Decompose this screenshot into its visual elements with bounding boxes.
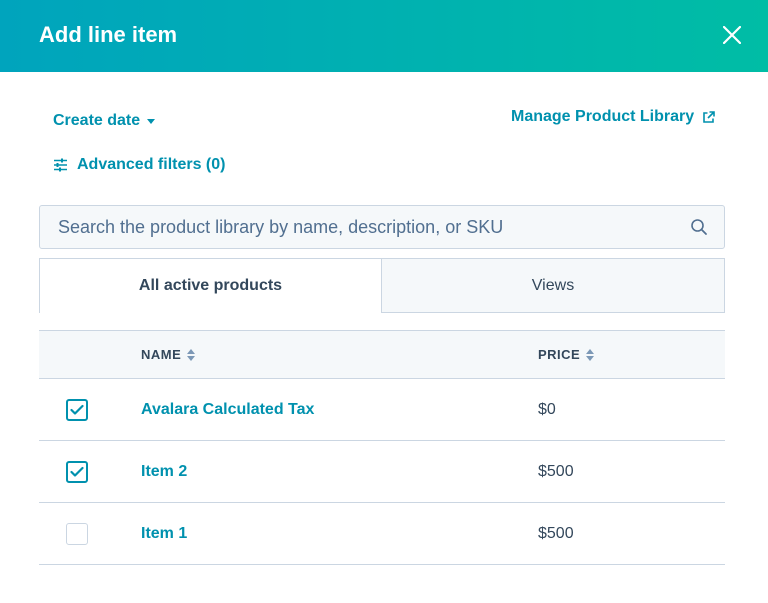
sort-icon — [586, 348, 595, 361]
product-name-link[interactable]: Item 2 — [141, 461, 187, 483]
tab-bar: All active products Views — [39, 258, 725, 313]
advanced-filters-label: Advanced filters (0) — [77, 156, 226, 173]
product-price: $0 — [538, 401, 556, 418]
manage-product-library-link[interactable]: Manage Product Library — [511, 106, 715, 128]
table-row: Avalara Calculated Tax $0 — [39, 379, 725, 441]
row-checkbox[interactable] — [66, 399, 88, 421]
tab-all-active-products[interactable]: All active products — [39, 258, 382, 313]
product-name-link[interactable]: Avalara Calculated Tax — [141, 399, 314, 421]
row-checkbox[interactable] — [66, 523, 88, 545]
column-header-label: NAME — [141, 347, 182, 362]
modal-header: Add line item — [0, 0, 768, 72]
close-button[interactable] — [717, 20, 747, 50]
advanced-filters-button[interactable]: Advanced filters (0) — [53, 154, 225, 176]
tab-views[interactable]: Views — [381, 258, 725, 313]
search-icon[interactable] — [690, 218, 708, 236]
products-table: NAME PRICE Avalara Calculated Tax $0 Ite… — [39, 330, 725, 565]
manage-product-library-label: Manage Product Library — [511, 108, 695, 125]
table-header: NAME PRICE — [39, 330, 725, 379]
close-icon — [723, 26, 741, 44]
filter-sliders-icon — [54, 158, 67, 172]
modal-title: Add line item — [39, 22, 178, 47]
tab-label: Views — [531, 276, 575, 294]
sort-icon — [187, 348, 196, 361]
sort-dropdown[interactable]: Create date — [53, 110, 156, 132]
column-header-label: PRICE — [538, 347, 581, 362]
row-checkbox[interactable] — [66, 461, 88, 483]
table-row: Item 2 $500 — [39, 441, 725, 503]
table-row: Item 1 $500 — [39, 503, 725, 565]
checkmark-icon — [70, 466, 84, 477]
search-box — [39, 205, 725, 249]
checkmark-icon — [70, 404, 84, 415]
external-link-icon — [703, 110, 715, 123]
caret-down-icon — [147, 118, 156, 124]
tab-label: All active products — [138, 277, 283, 294]
search-input[interactable] — [40, 206, 680, 248]
sort-dropdown-label: Create date — [53, 112, 141, 129]
column-header-name[interactable]: NAME — [141, 331, 196, 378]
product-name-link[interactable]: Item 1 — [141, 523, 187, 545]
product-price: $500 — [538, 463, 574, 480]
product-price: $500 — [538, 525, 574, 542]
column-header-price[interactable]: PRICE — [538, 331, 595, 378]
